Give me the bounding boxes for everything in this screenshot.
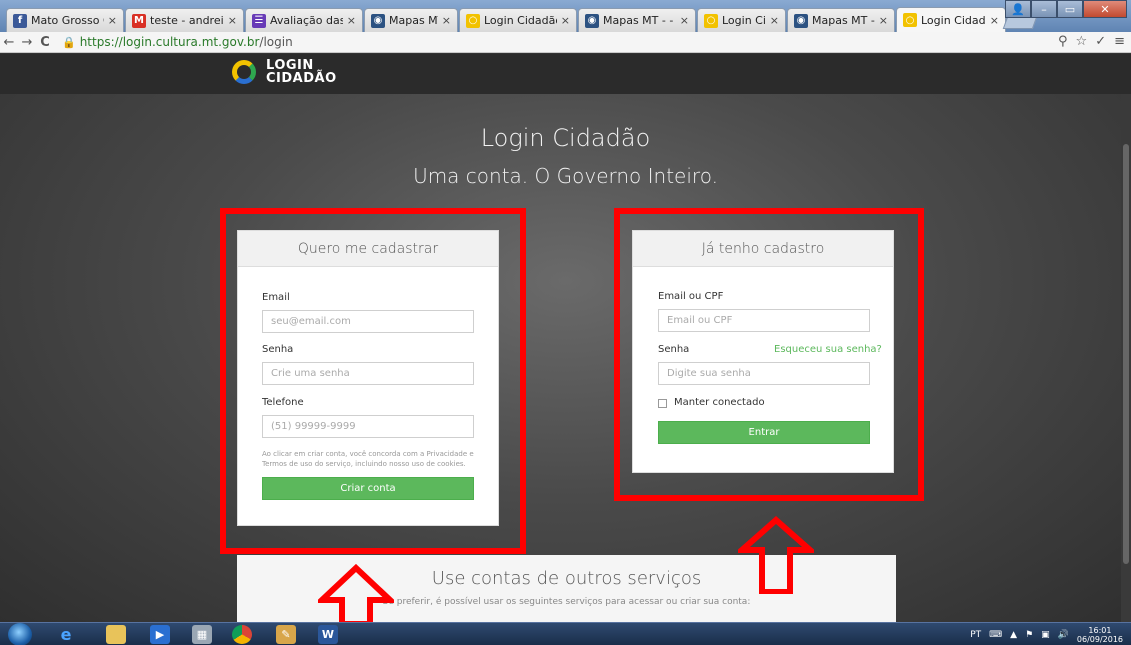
maximize-button[interactable]: ▭: [1057, 0, 1083, 18]
clock-date: 06/09/2016: [1076, 635, 1123, 644]
browser-tab-label: Avaliação das Con: [270, 14, 343, 27]
login-cidadao-logo-icon: [232, 60, 256, 84]
close-tab-icon[interactable]: ×: [442, 14, 451, 27]
page-title: Login Cidadão: [480, 124, 651, 152]
close-tab-icon[interactable]: ×: [561, 14, 570, 27]
user-icon[interactable]: 👤: [1005, 0, 1031, 18]
reload-icon[interactable]: C: [36, 35, 54, 50]
close-tab-icon[interactable]: ×: [228, 14, 237, 27]
calculator-icon[interactable]: ▦: [192, 625, 212, 644]
browser-tab-strip: f Mato Grosso Criat × Mteste - andreiarovi ×…: [0, 0, 1131, 32]
windows-taskbar: e ▶ ▦ ✎ W PT ⌨ ▲ ⚑ ▣ 🔊 16:01 06/09/2016: [0, 622, 1131, 645]
close-tab-icon[interactable]: ×: [347, 14, 356, 27]
taskbar-clock[interactable]: 16:01 06/09/2016: [1077, 626, 1123, 644]
mapas-icon: ◉: [371, 13, 385, 28]
arrow-up-icon: [738, 516, 814, 594]
mapas-icon: ◉: [585, 13, 599, 28]
word-icon[interactable]: W: [318, 625, 338, 644]
close-tab-icon[interactable]: ×: [680, 14, 689, 27]
menu-icon[interactable]: ≡: [1114, 34, 1125, 49]
extension-check-icon[interactable]: ✓: [1095, 34, 1106, 49]
show-hidden-icons-icon[interactable]: ▲: [1010, 630, 1017, 640]
browser-tab[interactable]: ◉ Mapas MT - - Map ×: [578, 8, 696, 32]
page-tagline: Uma conta. O Governo Inteiro.: [413, 164, 718, 188]
facebook-icon: f: [13, 13, 27, 28]
keyboard-icon[interactable]: ⌨: [989, 630, 1002, 640]
url-host: https://login.cultura.mt.gov.br: [79, 35, 260, 49]
browser-tab-label: Login Cidadão: [484, 14, 557, 27]
close-tab-icon[interactable]: ×: [990, 14, 999, 27]
close-tab-icon[interactable]: ×: [879, 14, 888, 27]
browser-tab-label: Mapas MT - Pales: [812, 14, 875, 27]
browser-tab[interactable]: ○ Login Cidadão ×: [896, 7, 1006, 32]
close-tab-icon[interactable]: ×: [108, 14, 117, 27]
browser-tab-label: Login Cidadão: [722, 14, 766, 27]
gmail-icon: M: [132, 13, 146, 28]
clock-time: 16:01: [1088, 626, 1112, 635]
browser-tab-label: Mapas MT: [389, 14, 438, 27]
media-player-icon[interactable]: ▶: [150, 625, 170, 644]
minimize-button[interactable]: –: [1031, 0, 1057, 18]
window-controls: 👤 – ▭ ✕: [1005, 0, 1127, 18]
paint-icon[interactable]: ✎: [276, 625, 296, 644]
browser-tab[interactable]: Mteste - andreiarovi ×: [125, 8, 244, 32]
login-cidadao-icon: ○: [466, 13, 480, 28]
browser-tab-label: Mapas MT - - Map: [603, 14, 676, 27]
browser-tab-label: Login Cidadão: [921, 13, 986, 27]
site-logo[interactable]: LOGIN CIDADÃO: [232, 59, 337, 85]
browser-tab[interactable]: ○ Login Cidadão ×: [697, 8, 786, 32]
action-center-flag-icon[interactable]: ⚑: [1025, 630, 1033, 640]
browser-tab[interactable]: ◉ Mapas MT - Pales ×: [787, 8, 895, 32]
site-header: LOGIN CIDADÃO: [0, 54, 1131, 94]
volume-icon[interactable]: 🔊: [1058, 630, 1069, 640]
internet-explorer-icon[interactable]: e: [56, 625, 76, 644]
mapas-icon: ◉: [794, 13, 808, 28]
browser-tab[interactable]: f Mato Grosso Criat ×: [6, 8, 124, 32]
system-tray: PT ⌨ ▲ ⚑ ▣ 🔊 16:01 06/09/2016: [970, 626, 1123, 644]
browser-tab[interactable]: ◉ Mapas MT ×: [364, 8, 458, 32]
page-content: LOGIN CIDADÃO Login Cidadão Uma conta. O…: [0, 54, 1131, 622]
back-icon[interactable]: ←: [0, 35, 18, 50]
url-path: /login: [259, 35, 293, 49]
key-icon[interactable]: ⚲: [1058, 34, 1068, 49]
close-tab-icon[interactable]: ×: [770, 14, 779, 27]
lock-icon: 🔒: [62, 35, 76, 49]
logo-line-2: CIDADÃO: [266, 71, 337, 86]
login-cidadao-icon: ○: [704, 13, 718, 28]
file-explorer-icon[interactable]: [106, 625, 126, 644]
login-cidadao-icon: ○: [903, 13, 917, 27]
address-bar[interactable]: 🔒 https://login.cultura.mt.gov.br/login: [62, 35, 293, 49]
browser-tab-label: teste - andreiarovi: [150, 14, 224, 27]
network-icon[interactable]: ▣: [1041, 630, 1050, 640]
language-indicator[interactable]: PT: [970, 630, 981, 640]
arrow-up-icon: [318, 564, 394, 622]
browser-tab[interactable]: ☰ Avaliação das Con ×: [245, 8, 363, 32]
browser-tab[interactable]: ○ Login Cidadão ×: [459, 8, 577, 32]
browser-tab-label: Mato Grosso Criat: [31, 14, 104, 27]
chrome-icon[interactable]: [232, 625, 252, 644]
forward-icon[interactable]: →: [18, 35, 36, 50]
forms-icon: ☰: [252, 13, 266, 28]
highlight-box-register: [220, 208, 526, 554]
bookmark-star-icon[interactable]: ☆: [1076, 34, 1088, 49]
close-window-button[interactable]: ✕: [1083, 0, 1127, 18]
browser-toolbar: ← → C 🔒 https://login.cultura.mt.gov.br /…: [0, 32, 1131, 53]
highlight-box-login: [614, 208, 924, 501]
start-button[interactable]: [8, 623, 32, 645]
